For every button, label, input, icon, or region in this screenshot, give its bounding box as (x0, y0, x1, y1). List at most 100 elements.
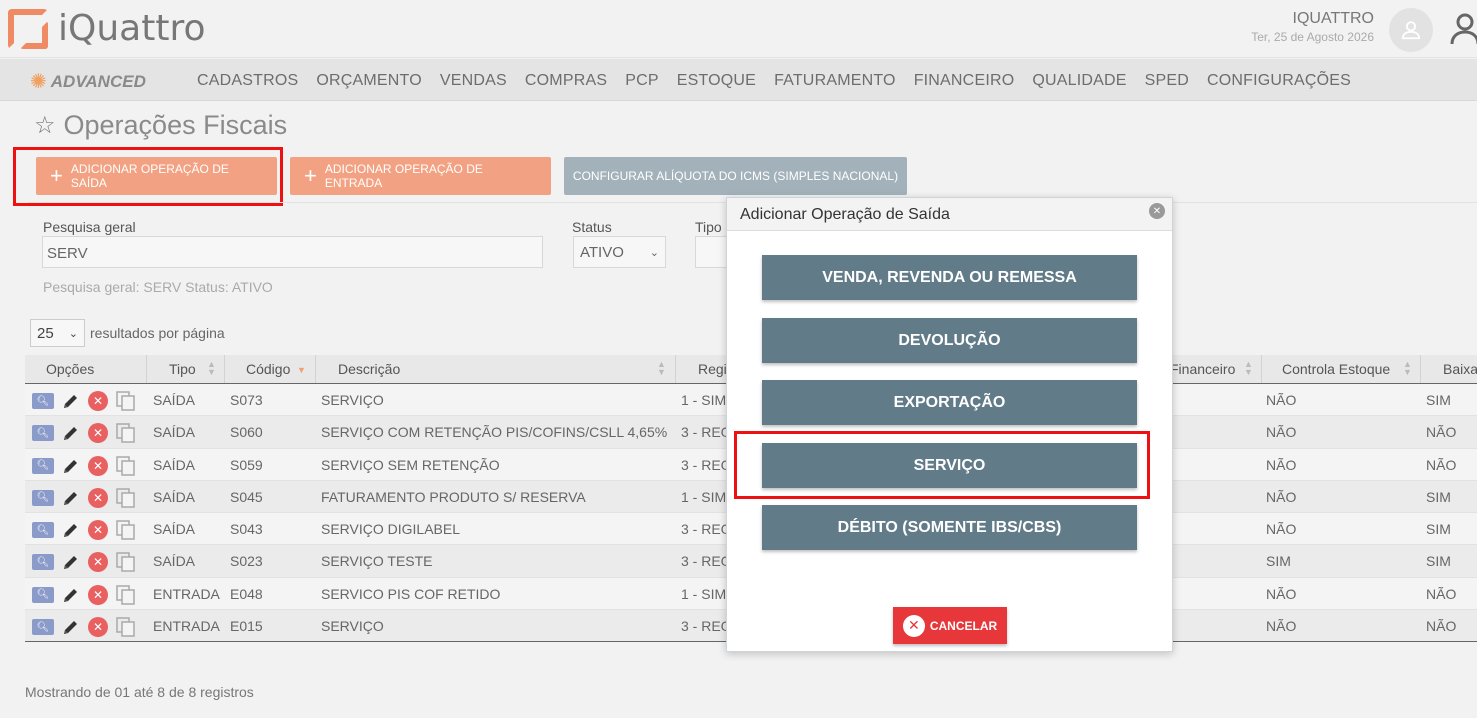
col-descricao[interactable]: Descrição (338, 361, 400, 377)
col-financeiro[interactable]: Financeiro (1170, 361, 1235, 377)
cell-descricao: SERVICO PIS COF RETIDO (321, 585, 501, 602)
view-icon[interactable]: 🔍︎ (32, 619, 54, 636)
delete-icon[interactable]: ✕ (88, 552, 108, 573)
col-codigo[interactable]: Código (246, 361, 290, 377)
delete-icon[interactable]: ✕ (88, 391, 108, 411)
cell-descricao: SERVIÇO TESTE (321, 553, 433, 570)
edit-icon[interactable] (61, 456, 81, 476)
user-menu-icon[interactable] (1450, 10, 1477, 46)
option-devolucao-button[interactable]: DEVOLUÇÃO (762, 318, 1137, 363)
config-icms-label: CONFIGURAR ALÍQUOTA DO ICMS (SIMPLES NAC… (572, 169, 899, 183)
edit-icon[interactable] (61, 552, 81, 572)
delete-icon[interactable]: ✕ (88, 455, 108, 476)
app-logo[interactable]: iQuattro (8, 8, 205, 49)
delete-icon[interactable]: ✕ (88, 520, 108, 541)
col-regime[interactable]: Regi (698, 361, 727, 377)
search-input[interactable]: SERV (42, 236, 543, 268)
sort-icon[interactable]: ▲ ▼ (207, 360, 216, 377)
nav-item-compras[interactable]: COMPRAS (525, 72, 607, 90)
delete-icon[interactable]: ✕ (88, 584, 108, 605)
view-icon[interactable]: 🔍︎ (32, 586, 54, 603)
cell-controla-estoque: NÃO (1266, 488, 1297, 505)
view-icon[interactable]: 🔍︎ (32, 489, 54, 506)
cell-tipo: ENTRADA (153, 618, 220, 635)
nav-item-cadastros[interactable]: CADASTROS (197, 72, 298, 90)
user-name: IQUATTRO (1292, 10, 1374, 27)
copy-icon[interactable] (115, 616, 137, 638)
edit-icon[interactable] (61, 488, 81, 508)
view-icon[interactable]: 🔍︎ (32, 457, 54, 474)
col-baixa[interactable]: Baixa (1443, 361, 1477, 377)
option-debito-button[interactable]: DÉBITO (SOMENTE IBS/CBS) (762, 505, 1137, 550)
copy-icon[interactable] (115, 455, 137, 477)
nav-item-sped[interactable]: SPED (1145, 72, 1189, 90)
delete-icon[interactable]: ✕ (88, 423, 108, 444)
chevron-down-icon: ⌄ (68, 327, 78, 340)
edit-icon[interactable] (61, 423, 81, 443)
cell-regime: 3 - REG (681, 456, 732, 473)
per-page-select[interactable]: 25 ⌄ (30, 319, 85, 347)
nav-item-pcp[interactable]: PCP (625, 72, 659, 90)
close-icon[interactable]: ✕ (1149, 203, 1165, 219)
option-exportacao-button[interactable]: EXPORTAÇÃO (762, 380, 1137, 425)
nav-item-qualidade[interactable]: QUALIDADE (1032, 72, 1126, 90)
copy-icon[interactable] (115, 487, 137, 509)
option-servico-button[interactable]: SERVIÇO (762, 443, 1137, 488)
add-saida-modal: Adicionar Operação de Saída ✕ VENDA, REV… (726, 197, 1173, 652)
copy-icon[interactable] (115, 519, 137, 541)
cell-codigo: S045 (230, 488, 263, 505)
edit-icon[interactable] (61, 391, 81, 411)
add-saida-button[interactable]: + ADICIONAR OPERAÇÃO DE SAÍDA (36, 157, 277, 195)
nav-item-vendas[interactable]: VENDAS (440, 72, 507, 90)
nav-item-faturamento[interactable]: FATURAMENTO (774, 72, 896, 90)
status-select[interactable]: ATIVO ⌄ (573, 236, 666, 268)
sort-icon[interactable]: ▲ ▼ (657, 360, 666, 377)
edit-icon[interactable] (61, 520, 81, 540)
col-tipo[interactable]: Tipo (169, 361, 196, 377)
nav-item-orcamento[interactable]: ORÇAMENTO (316, 72, 422, 90)
nav-item-financeiro[interactable]: FINANCEIRO (914, 72, 1015, 90)
cell-descricao: SERVIÇO SEM RETENÇÃO (321, 456, 500, 473)
delete-icon[interactable]: ✕ (88, 487, 108, 508)
avatar[interactable] (1389, 8, 1433, 52)
view-icon[interactable]: 🔍︎ (32, 522, 54, 539)
copy-icon[interactable] (115, 551, 137, 573)
copy-icon[interactable] (115, 422, 137, 444)
add-saida-label: ADICIONAR OPERAÇÃO DE SAÍDA (70, 162, 229, 190)
cell-tipo: SAÍDA (153, 456, 196, 473)
cell-baixa: NÃO (1426, 456, 1457, 473)
edit-icon[interactable] (61, 585, 81, 605)
nav-item-estoque[interactable]: ESTOQUE (677, 72, 756, 90)
modal-header: Adicionar Operação de Saída ✕ (727, 198, 1172, 231)
copy-icon[interactable] (115, 390, 137, 412)
view-icon[interactable]: 🔍︎ (32, 393, 54, 409)
nav-item-configuracoes[interactable]: CONFIGURAÇÕES (1207, 72, 1351, 90)
edit-icon[interactable] (61, 617, 81, 637)
cell-codigo: E048 (230, 585, 263, 602)
copy-icon[interactable] (115, 584, 137, 606)
option-venda-button[interactable]: VENDA, REVENDA OU REMESSA (762, 255, 1137, 300)
sort-desc-icon[interactable]: ▼ (297, 366, 306, 375)
cell-regime: 1 - SIM (681, 392, 727, 408)
add-entrada-label: ADICIONAR OPERAÇÃO DE ENTRADA (324, 162, 483, 190)
sort-icon[interactable]: ▲ ▼ (1244, 360, 1253, 377)
cell-descricao: SERVIÇO COM RETENÇÃO PIS/COFINS/CSLL 4,6… (321, 424, 668, 441)
star-icon[interactable]: ☆ (34, 111, 56, 140)
view-icon[interactable]: 🔍︎ (32, 425, 54, 442)
cancel-button[interactable]: ✕ CANCELAR (893, 607, 1007, 644)
delete-icon[interactable]: ✕ (88, 617, 108, 638)
cell-descricao: SERVIÇO (321, 392, 384, 408)
row-actions: 🔍︎ ✕ (32, 551, 137, 573)
advanced-brand[interactable]: ✺ ADVANCED (30, 69, 146, 94)
view-icon[interactable]: 🔍︎ (32, 554, 54, 571)
cell-tipo: SAÍDA (153, 521, 196, 538)
col-controla-estoque[interactable]: Controla Estoque (1282, 361, 1390, 377)
sort-icon[interactable]: ▲ ▼ (1403, 360, 1412, 377)
config-icms-button[interactable]: CONFIGURAR ALÍQUOTA DO ICMS (SIMPLES NAC… (564, 157, 907, 195)
row-actions: 🔍︎ ✕ (32, 487, 137, 509)
cell-codigo: S060 (230, 424, 263, 441)
add-entrada-button[interactable]: + ADICIONAR OPERAÇÃO DE ENTRADA (290, 157, 551, 195)
current-date: Ter, 25 de Agosto 2026 (1251, 30, 1374, 44)
cell-regime: 3 - REG (681, 424, 732, 441)
cell-baixa: SIM (1426, 488, 1451, 505)
